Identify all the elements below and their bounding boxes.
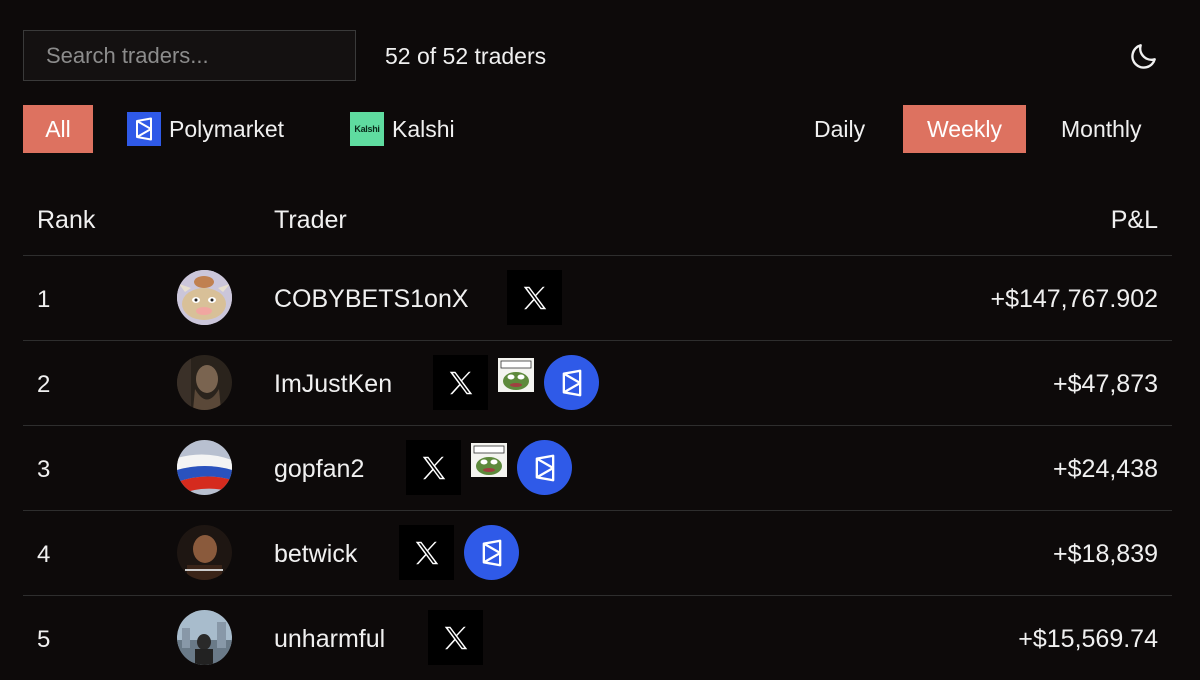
- polymarket-icon[interactable]: [464, 525, 519, 580]
- filter-kalshi-label: Kalshi: [392, 115, 455, 142]
- pnl-cell: +$18,839: [1053, 540, 1158, 568]
- rank-cell: 5: [37, 626, 51, 653]
- divider: [23, 340, 1172, 341]
- trader-name[interactable]: betwick: [274, 540, 357, 569]
- filter-polymarket-button[interactable]: Polymarket: [127, 105, 284, 153]
- avatar[interactable]: [177, 355, 232, 410]
- period-monthly-label: Monthly: [1061, 115, 1142, 142]
- trader-count: 52 of 52 traders: [385, 43, 547, 69]
- x-icon[interactable]: [428, 610, 483, 665]
- pnl-cell: +$24,438: [1053, 455, 1158, 483]
- filter-kalshi-button[interactable]: Kalshi Kalshi: [350, 105, 455, 153]
- avatar[interactable]: [177, 525, 232, 580]
- moon-icon[interactable]: [1128, 40, 1160, 72]
- filter-all-button[interactable]: All: [23, 105, 93, 153]
- search-input[interactable]: [23, 30, 356, 81]
- trader-name[interactable]: gopfan2: [274, 455, 364, 484]
- divider: [23, 425, 1172, 426]
- polymarket-icon[interactable]: [517, 440, 572, 495]
- rank-cell: 3: [37, 456, 51, 483]
- x-icon[interactable]: [507, 270, 562, 325]
- rank-cell: 1: [37, 286, 51, 313]
- x-icon[interactable]: [406, 440, 461, 495]
- filter-all-label: All: [45, 115, 71, 142]
- kalshi-logo-icon: Kalshi: [350, 112, 384, 146]
- pepe-icon[interactable]: [471, 442, 507, 477]
- trader-name[interactable]: COBYBETS1onX: [274, 285, 469, 314]
- avatar[interactable]: [177, 270, 232, 325]
- period-monthly-button[interactable]: Monthly: [1061, 105, 1142, 153]
- period-daily-label: Daily: [814, 115, 866, 142]
- trader-name[interactable]: ImJustKen: [274, 370, 392, 399]
- trader-name[interactable]: unharmful: [274, 625, 385, 654]
- rank-cell: 2: [37, 371, 51, 398]
- divider: [23, 510, 1172, 511]
- pnl-cell: +$47,873: [1053, 370, 1158, 398]
- header-pnl[interactable]: P&L: [1111, 206, 1158, 235]
- rank-cell: 4: [37, 541, 51, 568]
- avatar[interactable]: [177, 440, 232, 495]
- x-icon[interactable]: [399, 525, 454, 580]
- period-weekly-button[interactable]: Weekly: [903, 105, 1026, 153]
- x-icon[interactable]: [433, 355, 488, 410]
- period-daily-button[interactable]: Daily: [814, 105, 865, 153]
- filter-polymarket-label: Polymarket: [169, 115, 285, 142]
- divider: [23, 255, 1172, 256]
- pnl-cell: +$147,767.902: [990, 285, 1158, 313]
- avatar[interactable]: [177, 610, 232, 665]
- divider: [23, 595, 1172, 596]
- period-weekly-label: Weekly: [927, 115, 1002, 142]
- pnl-cell: +$15,569.74: [1018, 625, 1158, 653]
- header-trader[interactable]: Trader: [274, 206, 347, 235]
- polymarket-icon: [127, 112, 161, 146]
- pepe-icon[interactable]: [498, 357, 534, 392]
- header-rank[interactable]: Rank: [37, 206, 95, 235]
- polymarket-icon[interactable]: [544, 355, 599, 410]
